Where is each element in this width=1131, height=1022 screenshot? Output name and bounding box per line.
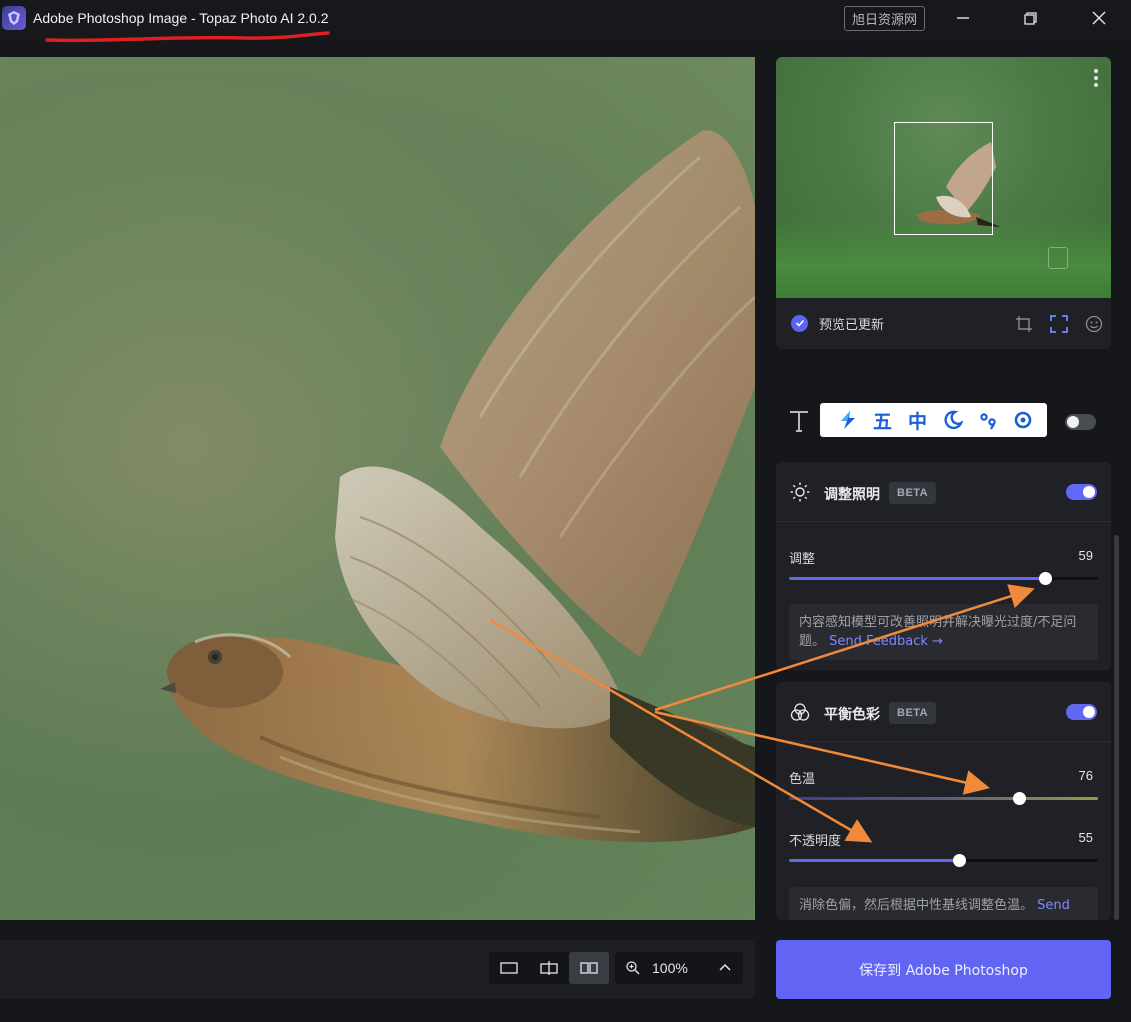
check-circle-icon (791, 314, 808, 332)
adjust-lighting-title: 调整照明 (824, 487, 880, 503)
more-options-icon[interactable] (1091, 67, 1101, 89)
adjust-slider-value: 59 (1078, 548, 1093, 563)
ime-settings-icon[interactable] (1005, 403, 1040, 437)
red-underline-annotation (45, 31, 330, 43)
balance-color-toggle[interactable] (1066, 704, 1097, 720)
ime-punctuation-icon[interactable] (970, 403, 1005, 437)
face-icon[interactable] (1085, 315, 1103, 333)
text-tool-icon[interactable] (788, 409, 810, 433)
opacity-slider-knob[interactable] (952, 854, 966, 867)
adjust-lighting-header: 调整照明 BETA (776, 462, 1111, 522)
balance-color-title: 平衡色彩 (824, 707, 880, 723)
ime-chinese-button[interactable]: 中 (900, 403, 935, 437)
opacity-slider[interactable] (789, 854, 1098, 867)
split-view-icon (540, 961, 558, 975)
restore-icon (1024, 12, 1037, 25)
send-feedback-link[interactable]: Send Feedback → (829, 634, 943, 649)
bottom-toolbar: 100% (0, 940, 755, 999)
crop-icon[interactable] (1015, 315, 1033, 333)
color-circles-icon (790, 703, 810, 721)
navigator-thumbnail[interactable] (776, 57, 1111, 298)
beta-badge: BETA (889, 482, 937, 504)
adjust-slider[interactable] (789, 572, 1098, 585)
balance-color-header: 平衡色彩 BETA (776, 682, 1111, 742)
restore-button[interactable] (1012, 4, 1048, 32)
side-by-side-view-button[interactable] (569, 952, 609, 984)
fit-to-screen-icon[interactable] (1050, 315, 1068, 333)
zoom-in-icon (626, 961, 640, 975)
ime-toolbar: 五 中 (820, 403, 1047, 437)
ime-wubi-button[interactable]: 五 (865, 403, 900, 437)
close-icon (1092, 11, 1106, 25)
opacity-slider-value: 55 (1078, 830, 1093, 845)
split-view-button[interactable] (529, 952, 569, 984)
balance-color-info-text: 消除色偏，然后根据中性基线调整色温。 (799, 898, 1034, 913)
adjust-lighting-info: 内容感知模型可改善照明并解决曝光过度/不足问题。 Send Feedback → (789, 604, 1098, 660)
preview-status-text: 预览已更新 (819, 317, 885, 333)
temperature-slider-label: 色温 (789, 772, 816, 787)
save-to-photoshop-button[interactable]: 保存到 Adobe Photoshop (776, 940, 1111, 999)
beta-badge: BETA (889, 702, 937, 724)
adjust-lighting-toggle[interactable] (1066, 484, 1097, 500)
watermark-seal (1048, 247, 1068, 269)
text-toggle[interactable] (1065, 414, 1096, 430)
side-by-side-view-icon (580, 962, 598, 974)
main-image-preview[interactable] (0, 57, 755, 920)
text-and-ime-row: 五 中 (776, 400, 1111, 444)
temperature-slider[interactable] (789, 792, 1098, 805)
balance-color-card: 平衡色彩 BETA 色温 76 不透明度 55 消除色偏，然后根据中性基线调整色… (776, 682, 1111, 920)
zoom-control[interactable]: 100% (615, 952, 743, 984)
view-mode-group (489, 952, 609, 984)
chevron-up-icon[interactable] (718, 961, 732, 975)
single-view-button[interactable] (489, 952, 529, 984)
close-button[interactable] (1081, 4, 1117, 32)
temperature-slider-knob[interactable] (1013, 792, 1027, 805)
opacity-slider-label: 不透明度 (789, 834, 842, 849)
title-bar: Adobe Photoshop Image - Topaz Photo AI 2… (0, 0, 1131, 43)
ime-logo-icon[interactable] (830, 403, 865, 437)
ime-moon-icon[interactable] (935, 403, 970, 437)
single-view-icon (500, 962, 518, 974)
topaz-logo-icon (2, 6, 26, 30)
minimize-icon (957, 17, 969, 19)
navigator-viewport-frame[interactable] (894, 122, 993, 235)
window-title: Adobe Photoshop Image - Topaz Photo AI 2… (33, 10, 329, 26)
navigator-card: 预览已更新 (776, 57, 1111, 349)
temperature-slider-value: 76 (1078, 768, 1093, 783)
balance-color-info: 消除色偏，然后根据中性基线调整色温。 Send (789, 887, 1098, 920)
sun-icon (790, 482, 810, 502)
adjust-slider-knob[interactable] (1039, 572, 1053, 585)
panel-scrollbar[interactable] (1114, 535, 1119, 920)
minimize-button[interactable] (945, 4, 981, 32)
send-feedback-link[interactable]: Send (1037, 898, 1070, 913)
adjust-slider-label: 调整 (789, 552, 816, 567)
navigator-tools (1015, 315, 1103, 333)
watermark-badge: 旭日资源网 (844, 6, 925, 31)
zoom-level: 100% (652, 960, 688, 976)
adjust-lighting-card: 调整照明 BETA 调整 59 内容感知模型可改善照明并解决曝光过度/不足问题。… (776, 462, 1111, 670)
